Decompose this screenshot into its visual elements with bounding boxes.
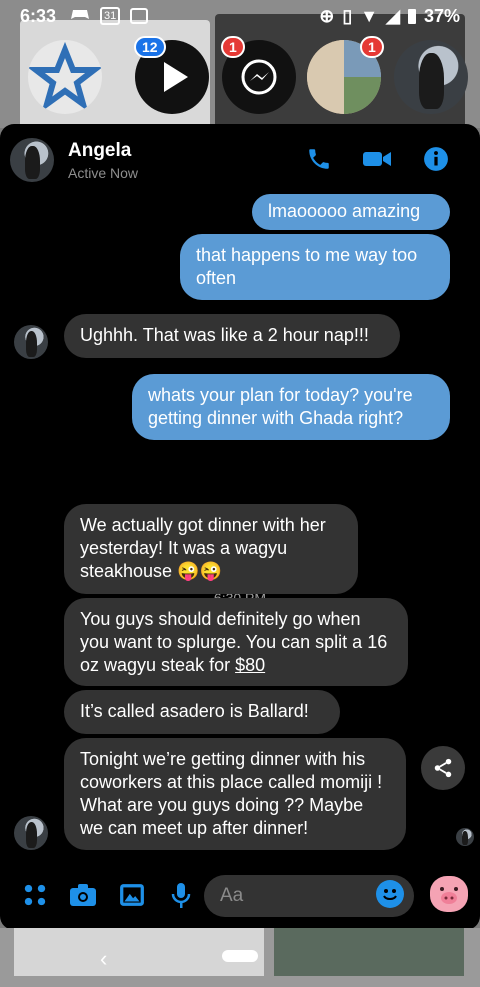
sender-avatar [14, 816, 48, 850]
contact-avatar[interactable] [10, 138, 54, 182]
clock: 6:33 [20, 5, 57, 26]
gallery-icon[interactable] [117, 882, 147, 912]
app-icon-star[interactable] [28, 40, 102, 114]
message-text: You guys should definitely go when you w… [80, 609, 388, 675]
emoji-icon[interactable] [376, 880, 404, 908]
composer-bar: Aa [0, 870, 480, 930]
system-icons: ⊕ ▯ ▼ ◢ 37% [319, 6, 460, 27]
share-button[interactable] [421, 746, 465, 790]
read-receipt-avatar [456, 828, 474, 846]
chat-header: Angela Active Now [0, 124, 480, 196]
group-photo-3 [344, 77, 381, 114]
price-link[interactable]: $80 [235, 655, 265, 675]
home-pill-button[interactable] [222, 950, 258, 962]
message-incoming[interactable]: Ughhh. That was like a 2 hour nap!!! [64, 314, 400, 358]
message-outgoing[interactable]: lmaooooo amazing [252, 194, 450, 230]
phone-icon[interactable] [304, 146, 334, 176]
battery-level: 37% [423, 5, 460, 26]
info-icon[interactable] [421, 146, 451, 176]
battery-icon [407, 8, 416, 24]
data-saver-icon: ⊕ [319, 5, 335, 26]
cell-signal-icon: ◢ [386, 5, 400, 26]
contact-name[interactable]: Angela [68, 140, 131, 162]
game-controller-icon [70, 6, 90, 27]
unread-badge-group: 1 [360, 36, 384, 58]
message-incoming[interactable]: Tonight we’re getting dinner with his co… [64, 738, 406, 850]
message-incoming[interactable]: We actually got dinner with her yesterda… [64, 504, 358, 594]
sender-avatar [14, 325, 48, 359]
message-icon [130, 8, 149, 24]
status-bar: 6:33 31 ⊕ ▯ ▼ ◢ 37% [0, 0, 480, 32]
microphone-icon[interactable] [166, 882, 196, 912]
message-incoming[interactable]: It’s called asadero is Ballard! [64, 690, 340, 734]
message-outgoing[interactable]: that happens to me way too often [180, 234, 450, 300]
calendar-icon: 31 [100, 7, 121, 25]
recent-app-preview-right [274, 928, 464, 976]
back-button[interactable]: ‹ [100, 946, 107, 972]
pig-emoji-icon[interactable] [430, 876, 468, 912]
navigation-bar: ‹ [0, 928, 480, 987]
unread-badge-play: 12 [134, 36, 166, 58]
camera-icon[interactable] [68, 882, 98, 912]
screen: 6:33 31 ⊕ ▯ ▼ ◢ 37% 12 1 1 Angela Active… [0, 0, 480, 987]
angela-chat-head[interactable] [394, 40, 468, 114]
message-outgoing[interactable]: whats your plan for today? you're gettin… [132, 374, 450, 440]
video-call-icon[interactable] [362, 146, 392, 176]
chat-window: Angela Active Now lmaooooo amazing that … [0, 124, 480, 930]
active-status: Active Now [68, 165, 139, 181]
vibrate-icon: ▯ [342, 5, 353, 26]
group-photo-1 [307, 40, 344, 114]
notification-icons: 31 [70, 6, 149, 27]
wifi-icon: ▼ [360, 5, 379, 26]
message-incoming-with-link[interactable]: You guys should definitely go when you w… [64, 598, 408, 686]
more-actions-icon[interactable] [20, 882, 50, 912]
unread-badge-messenger: 1 [221, 36, 245, 58]
